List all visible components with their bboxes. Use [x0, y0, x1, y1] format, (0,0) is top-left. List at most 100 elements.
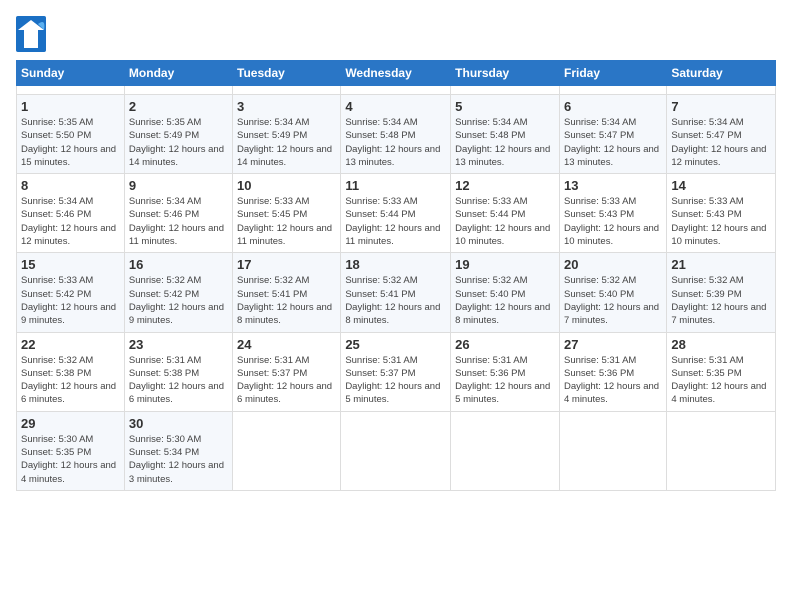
day-detail: Sunrise: 5:31 AM Sunset: 5:37 PM Dayligh…	[345, 354, 446, 407]
day-detail: Sunrise: 5:32 AM Sunset: 5:42 PM Dayligh…	[129, 274, 228, 327]
day-detail: Sunrise: 5:32 AM Sunset: 5:41 PM Dayligh…	[237, 274, 336, 327]
calendar-day-cell: 8 Sunrise: 5:34 AM Sunset: 5:46 PM Dayli…	[17, 174, 125, 253]
day-number: 30	[129, 416, 228, 431]
day-detail: Sunrise: 5:34 AM Sunset: 5:46 PM Dayligh…	[21, 195, 120, 248]
calendar-day-cell	[667, 86, 776, 95]
weekday-header-cell: Thursday	[451, 61, 560, 86]
day-number: 2	[129, 99, 228, 114]
day-detail: Sunrise: 5:34 AM Sunset: 5:47 PM Dayligh…	[671, 116, 771, 169]
calendar-day-cell: 4 Sunrise: 5:34 AM Sunset: 5:48 PM Dayli…	[341, 95, 451, 174]
day-detail: Sunrise: 5:34 AM Sunset: 5:48 PM Dayligh…	[345, 116, 446, 169]
calendar-day-cell	[233, 411, 341, 490]
calendar-week-row: 15 Sunrise: 5:33 AM Sunset: 5:42 PM Dayl…	[17, 253, 776, 332]
weekday-header-cell: Friday	[559, 61, 666, 86]
calendar-day-cell	[451, 86, 560, 95]
calendar-day-cell	[559, 86, 666, 95]
weekday-header-cell: Tuesday	[233, 61, 341, 86]
calendar-day-cell: 30 Sunrise: 5:30 AM Sunset: 5:34 PM Dayl…	[124, 411, 232, 490]
day-number: 13	[564, 178, 662, 193]
calendar-body: 1 Sunrise: 5:35 AM Sunset: 5:50 PM Dayli…	[17, 86, 776, 491]
calendar-table: SundayMondayTuesdayWednesdayThursdayFrid…	[16, 60, 776, 491]
calendar-day-cell	[124, 86, 232, 95]
day-number: 3	[237, 99, 336, 114]
day-detail: Sunrise: 5:33 AM Sunset: 5:42 PM Dayligh…	[21, 274, 120, 327]
day-number: 24	[237, 337, 336, 352]
day-detail: Sunrise: 5:32 AM Sunset: 5:41 PM Dayligh…	[345, 274, 446, 327]
day-number: 25	[345, 337, 446, 352]
day-detail: Sunrise: 5:34 AM Sunset: 5:48 PM Dayligh…	[455, 116, 555, 169]
calendar-day-cell: 21 Sunrise: 5:32 AM Sunset: 5:39 PM Dayl…	[667, 253, 776, 332]
day-number: 6	[564, 99, 662, 114]
calendar-day-cell	[341, 86, 451, 95]
calendar-day-cell: 14 Sunrise: 5:33 AM Sunset: 5:43 PM Dayl…	[667, 174, 776, 253]
day-number: 15	[21, 257, 120, 272]
day-detail: Sunrise: 5:32 AM Sunset: 5:40 PM Dayligh…	[564, 274, 662, 327]
logo-icon	[16, 16, 46, 52]
day-number: 14	[671, 178, 771, 193]
day-number: 21	[671, 257, 771, 272]
day-number: 5	[455, 99, 555, 114]
day-detail: Sunrise: 5:35 AM Sunset: 5:49 PM Dayligh…	[129, 116, 228, 169]
logo	[16, 16, 48, 52]
calendar-week-row: 22 Sunrise: 5:32 AM Sunset: 5:38 PM Dayl…	[17, 332, 776, 411]
day-detail: Sunrise: 5:32 AM Sunset: 5:38 PM Dayligh…	[21, 354, 120, 407]
calendar-day-cell: 16 Sunrise: 5:32 AM Sunset: 5:42 PM Dayl…	[124, 253, 232, 332]
day-number: 4	[345, 99, 446, 114]
calendar-day-cell: 5 Sunrise: 5:34 AM Sunset: 5:48 PM Dayli…	[451, 95, 560, 174]
day-detail: Sunrise: 5:34 AM Sunset: 5:46 PM Dayligh…	[129, 195, 228, 248]
calendar-day-cell: 15 Sunrise: 5:33 AM Sunset: 5:42 PM Dayl…	[17, 253, 125, 332]
day-detail: Sunrise: 5:31 AM Sunset: 5:35 PM Dayligh…	[671, 354, 771, 407]
day-detail: Sunrise: 5:33 AM Sunset: 5:44 PM Dayligh…	[345, 195, 446, 248]
calendar-day-cell: 2 Sunrise: 5:35 AM Sunset: 5:49 PM Dayli…	[124, 95, 232, 174]
day-number: 8	[21, 178, 120, 193]
page-header	[16, 16, 776, 52]
day-number: 16	[129, 257, 228, 272]
weekday-header-cell: Monday	[124, 61, 232, 86]
calendar-day-cell: 22 Sunrise: 5:32 AM Sunset: 5:38 PM Dayl…	[17, 332, 125, 411]
day-number: 20	[564, 257, 662, 272]
calendar-day-cell: 6 Sunrise: 5:34 AM Sunset: 5:47 PM Dayli…	[559, 95, 666, 174]
day-detail: Sunrise: 5:34 AM Sunset: 5:47 PM Dayligh…	[564, 116, 662, 169]
calendar-day-cell	[451, 411, 560, 490]
calendar-day-cell: 7 Sunrise: 5:34 AM Sunset: 5:47 PM Dayli…	[667, 95, 776, 174]
day-detail: Sunrise: 5:34 AM Sunset: 5:49 PM Dayligh…	[237, 116, 336, 169]
calendar-day-cell: 23 Sunrise: 5:31 AM Sunset: 5:38 PM Dayl…	[124, 332, 232, 411]
calendar-day-cell: 1 Sunrise: 5:35 AM Sunset: 5:50 PM Dayli…	[17, 95, 125, 174]
day-number: 7	[671, 99, 771, 114]
calendar-week-row: 8 Sunrise: 5:34 AM Sunset: 5:46 PM Dayli…	[17, 174, 776, 253]
calendar-week-row: 29 Sunrise: 5:30 AM Sunset: 5:35 PM Dayl…	[17, 411, 776, 490]
day-number: 19	[455, 257, 555, 272]
day-detail: Sunrise: 5:33 AM Sunset: 5:43 PM Dayligh…	[671, 195, 771, 248]
calendar-day-cell: 25 Sunrise: 5:31 AM Sunset: 5:37 PM Dayl…	[341, 332, 451, 411]
weekday-header-cell: Sunday	[17, 61, 125, 86]
day-number: 11	[345, 178, 446, 193]
day-number: 9	[129, 178, 228, 193]
day-detail: Sunrise: 5:32 AM Sunset: 5:40 PM Dayligh…	[455, 274, 555, 327]
day-number: 10	[237, 178, 336, 193]
calendar-day-cell: 10 Sunrise: 5:33 AM Sunset: 5:45 PM Dayl…	[233, 174, 341, 253]
day-number: 28	[671, 337, 771, 352]
day-detail: Sunrise: 5:30 AM Sunset: 5:34 PM Dayligh…	[129, 433, 228, 486]
day-detail: Sunrise: 5:31 AM Sunset: 5:38 PM Dayligh…	[129, 354, 228, 407]
calendar-day-cell	[17, 86, 125, 95]
calendar-week-row: 1 Sunrise: 5:35 AM Sunset: 5:50 PM Dayli…	[17, 95, 776, 174]
calendar-day-cell: 11 Sunrise: 5:33 AM Sunset: 5:44 PM Dayl…	[341, 174, 451, 253]
calendar-day-cell: 29 Sunrise: 5:30 AM Sunset: 5:35 PM Dayl…	[17, 411, 125, 490]
calendar-day-cell	[341, 411, 451, 490]
day-detail: Sunrise: 5:30 AM Sunset: 5:35 PM Dayligh…	[21, 433, 120, 486]
day-detail: Sunrise: 5:31 AM Sunset: 5:36 PM Dayligh…	[564, 354, 662, 407]
calendar-day-cell	[667, 411, 776, 490]
calendar-day-cell: 9 Sunrise: 5:34 AM Sunset: 5:46 PM Dayli…	[124, 174, 232, 253]
calendar-day-cell: 24 Sunrise: 5:31 AM Sunset: 5:37 PM Dayl…	[233, 332, 341, 411]
day-detail: Sunrise: 5:33 AM Sunset: 5:45 PM Dayligh…	[237, 195, 336, 248]
day-number: 23	[129, 337, 228, 352]
day-number: 26	[455, 337, 555, 352]
day-number: 29	[21, 416, 120, 431]
day-detail: Sunrise: 5:35 AM Sunset: 5:50 PM Dayligh…	[21, 116, 120, 169]
day-detail: Sunrise: 5:33 AM Sunset: 5:43 PM Dayligh…	[564, 195, 662, 248]
day-detail: Sunrise: 5:32 AM Sunset: 5:39 PM Dayligh…	[671, 274, 771, 327]
weekday-header-cell: Wednesday	[341, 61, 451, 86]
calendar-day-cell: 18 Sunrise: 5:32 AM Sunset: 5:41 PM Dayl…	[341, 253, 451, 332]
calendar-day-cell: 27 Sunrise: 5:31 AM Sunset: 5:36 PM Dayl…	[559, 332, 666, 411]
day-detail: Sunrise: 5:31 AM Sunset: 5:37 PM Dayligh…	[237, 354, 336, 407]
